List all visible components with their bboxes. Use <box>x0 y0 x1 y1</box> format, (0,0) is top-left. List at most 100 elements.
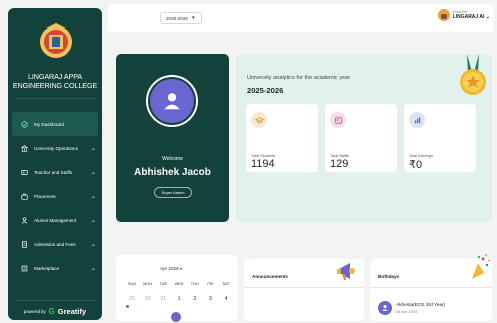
card-divider <box>370 287 492 288</box>
college-logo <box>40 23 72 58</box>
birthday-date: 08 Apr, 2004 <box>396 309 418 314</box>
event-dot <box>126 305 129 308</box>
weekday-label: FRI <box>207 282 214 286</box>
calendar-month-select[interactable]: Apr 2026 ▾ <box>160 266 182 271</box>
megaphone-icon <box>337 263 355 280</box>
user-icon <box>378 301 392 315</box>
dashboard-icon <box>20 120 28 128</box>
calendar-weekdays: SUN MON TUE WED THU FRI SAT <box>124 282 234 286</box>
brand-name: Greatify <box>57 307 87 316</box>
stat-card-total-earnings: Total Earnings ₹0 <box>404 104 476 172</box>
analytics-title: University analytics for the academic ye… <box>247 75 351 81</box>
calendar-dates: 29 30 31 1 2 3 4 <box>124 296 234 302</box>
college-name-line1: LINGARAJ APPA <box>27 72 83 81</box>
calendar-month: Apr 2026 <box>160 266 179 271</box>
weekday-label: THU <box>190 282 199 286</box>
powered-by: powered by G Greatify <box>8 307 102 316</box>
calendar-date[interactable]: 3 <box>203 296 219 302</box>
store-icon <box>20 264 28 272</box>
weekday-label: SUN <box>127 282 136 286</box>
sidebar-item-teacher-and-staffs[interactable]: Teacher and Staffs ⌄ <box>8 160 102 184</box>
stat-value: 1194 <box>251 158 275 170</box>
analytics-card: University analytics for the academic ye… <box>236 54 492 222</box>
sidebar-divider <box>16 300 96 301</box>
chevron-down-icon: ⌄ <box>90 145 96 152</box>
bank-icon <box>20 144 28 152</box>
sidebar-item-alumni-management[interactable]: Alumni Management ⌄ <box>8 208 102 232</box>
sidebar-item-my-dashboard[interactable]: My Dashboard <box>12 112 98 136</box>
greatify-logo-icon: G <box>48 307 55 316</box>
sidebar-item-label: My Dashboard <box>34 121 64 127</box>
user-name-row: LINGARAJ AI ⌄ <box>453 14 490 20</box>
sidebar-item-label: Marketplace <box>34 265 60 271</box>
card-divider <box>244 287 364 288</box>
calendar-date[interactable]: 4 <box>218 296 234 302</box>
sidebar-nav: My Dashboard University Operations ⌄ Tea… <box>8 112 102 280</box>
college-name-line2: ENGINEERING COLLEGE <box>12 81 98 90</box>
birthday-info: Akhesla(ECE 3rd Year) 08 Apr, 2004 <box>396 303 445 314</box>
user-menu[interactable]: Welcome LINGARAJ AI ⌄ <box>437 9 490 21</box>
chevron-down-icon: ⌄ <box>90 265 96 272</box>
sidebar-item-label: Teacher and Staffs <box>34 169 73 175</box>
chevron-down-icon: ▾ <box>179 266 182 271</box>
profile-name: Abhishek Jacob <box>134 167 211 178</box>
chevron-down-icon: ⌄ <box>90 193 96 200</box>
profile-card: Welcome Abhishek Jacob Super Admin <box>116 54 229 222</box>
weekday-label: WED <box>174 282 184 286</box>
sidebar-item-placement[interactable]: Placement ⌄ <box>8 184 102 208</box>
calendar-date[interactable]: 30 <box>140 296 156 302</box>
announcements-card: Announcements <box>244 259 364 321</box>
calendar-date[interactable]: 1 <box>171 296 187 302</box>
profile-avatar <box>146 75 198 127</box>
sidebar-item-label: Alumni Management <box>34 217 77 223</box>
user-icon <box>150 79 194 123</box>
id-card-icon <box>20 168 28 176</box>
weekday-label: MON <box>143 282 152 286</box>
today-marker <box>171 312 181 322</box>
sidebar-divider <box>16 98 96 99</box>
calendar-date[interactable]: 31 <box>155 296 171 302</box>
stat-value: 129 <box>330 158 349 170</box>
sidebar-item-marketplace[interactable]: Marketplace ⌄ <box>8 256 102 280</box>
birthdays-card: Birthdays Akhesla(ECE 3rd Year) 08 Apr, … <box>370 253 492 321</box>
sidebar-item-label: Admission and Fees <box>34 241 76 247</box>
stat-card-total-staffs: Total Staffs 129 <box>325 104 397 172</box>
sidebar-item-university-operations[interactable]: University Operations ⌄ <box>8 136 102 160</box>
birthday-name: Akhesla(ECE 3rd Year) <box>396 302 446 308</box>
sidebar-item-admission-and-fees[interactable]: Admission and Fees ⌄ <box>8 232 102 256</box>
chevron-down-icon: ⌄ <box>90 217 96 224</box>
announcements-title: Announcements <box>252 274 288 279</box>
powered-by-label: powered by <box>23 309 46 314</box>
avatar <box>437 9 450 21</box>
chevron-down-icon: ⌄ <box>90 241 96 248</box>
weekday-label: SAT <box>222 282 230 286</box>
graduation-icon <box>251 112 267 128</box>
academic-year-select[interactable]: 2025-2026 ▾ <box>160 12 202 24</box>
medal-icon <box>460 54 486 95</box>
person-icon <box>20 216 28 224</box>
calendar-date[interactable]: 29 <box>124 296 140 302</box>
briefcase-icon <box>20 192 28 200</box>
weekday-label: TUE <box>159 282 168 286</box>
staff-icon <box>330 112 346 128</box>
sidebar: LINGARAJ APPA ENGINEERING COLLEGE My Das… <box>8 8 102 320</box>
sidebar-item-label: University Operations <box>34 145 78 151</box>
profile-welcome: Welcome <box>162 156 183 162</box>
user-info: Welcome LINGARAJ AI ⌄ <box>453 10 490 20</box>
role-badge: Super Admin <box>154 187 192 198</box>
chevron-down-icon: ▾ <box>191 15 195 21</box>
top-bar: 2025-2026 ▾ Welcome LINGARAJ AI ⌄ <box>108 4 494 32</box>
chevron-down-icon: ⌄ <box>485 14 490 20</box>
analytics-year: 2025-2026 <box>247 86 284 95</box>
calendar-card: Apr 2026 ▾ SUN MON TUE WED THU FRI SAT 2… <box>116 255 238 322</box>
chevron-down-icon: ⌄ <box>90 169 96 176</box>
college-name: LINGARAJ APPA ENGINEERING COLLEGE <box>8 72 102 90</box>
academic-year-value: 2025-2026 <box>166 15 188 21</box>
birthdays-title: Birthdays <box>378 274 400 279</box>
stat-value: ₹0 <box>409 159 423 171</box>
calendar-date[interactable]: 2 <box>187 296 203 302</box>
chart-icon <box>409 112 425 128</box>
user-name: LINGARAJ AI <box>452 14 485 20</box>
stat-card-total-students: Total Students 1194 <box>246 104 318 172</box>
birthday-item[interactable]: Akhesla(ECE 3rd Year) 08 Apr, 2004 <box>378 301 445 315</box>
